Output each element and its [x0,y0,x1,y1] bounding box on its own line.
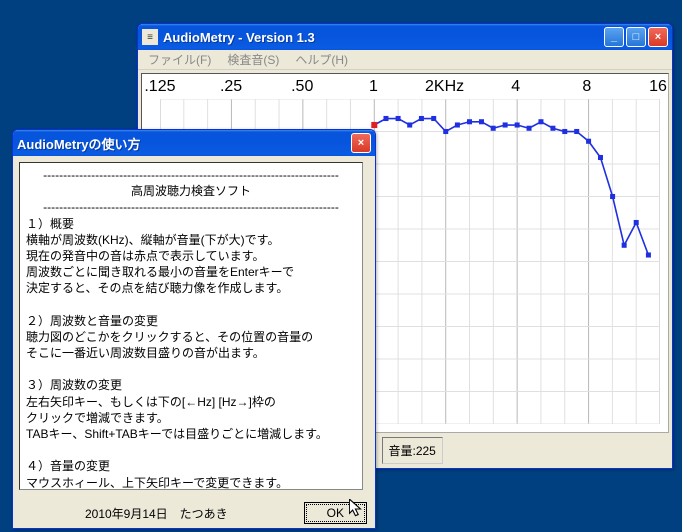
help-client: ----------------------------------------… [13,156,375,496]
x-tick-label: 16 [649,78,667,96]
help-date: 2010年9月14日 たつあき [21,505,292,522]
x-tick-label: 4 [511,78,520,96]
volume-readout: 音量:225 [382,437,443,464]
ok-button[interactable]: OK [304,502,367,524]
help-footer: 2010年9月14日 たつあき OK [13,496,375,528]
x-tick-label: 8 [582,78,591,96]
x-tick-label: 2KHz [425,78,464,96]
maximize-button[interactable]: □ [626,27,646,47]
menu-help[interactable]: ヘルプ(H) [289,49,354,70]
main-title: AudioMetry - Version 1.3 [163,30,604,45]
x-tick-label: .50 [291,78,313,96]
help-close-button[interactable]: × [351,133,371,153]
x-tick-label: .25 [220,78,242,96]
x-tick-label: 1 [369,78,378,96]
main-titlebar[interactable]: ≡ AudioMetry - Version 1.3 _ □ × [138,24,672,50]
x-tick-label: .125 [144,78,175,96]
help-textbox[interactable]: ----------------------------------------… [19,162,363,490]
app-icon: ≡ [142,29,158,45]
help-dialog: AudioMetryの使い方 × -----------------------… [12,129,376,529]
menu-file[interactable]: ファイル(F) [142,49,217,70]
menubar: ファイル(F) 検査音(S) ヘルプ(H) [138,50,672,70]
minimize-button[interactable]: _ [604,27,624,47]
close-button[interactable]: × [648,27,668,47]
x-axis-labels: .125 .25 .50 1 2KHz 4 8 16 [142,78,668,96]
menu-testtone[interactable]: 検査音(S) [221,49,285,70]
help-titlebar[interactable]: AudioMetryの使い方 × [13,130,375,156]
help-title: AudioMetryの使い方 [17,134,351,153]
